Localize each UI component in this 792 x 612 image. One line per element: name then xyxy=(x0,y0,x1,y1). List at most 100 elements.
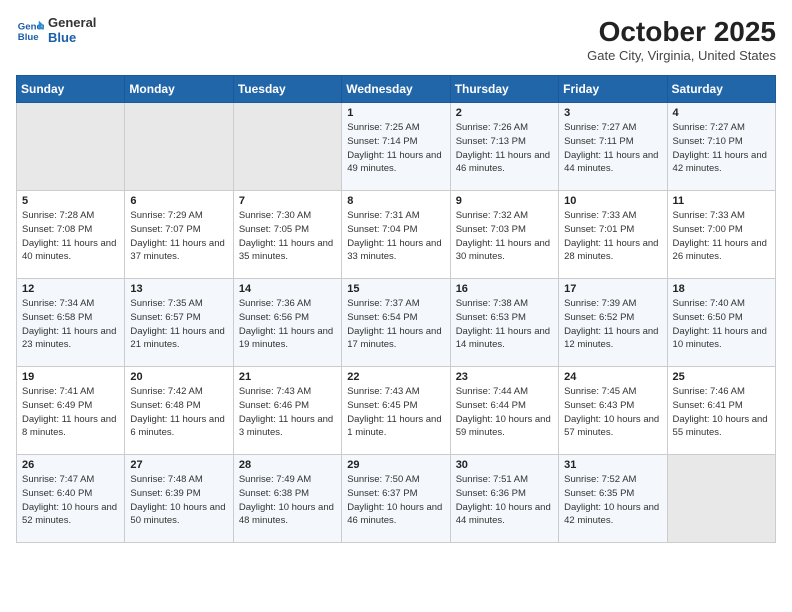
day-info: Sunrise: 7:27 AMSunset: 7:10 PMDaylight:… xyxy=(673,121,770,176)
day-info: Sunrise: 7:37 AMSunset: 6:54 PMDaylight:… xyxy=(347,297,444,352)
day-cell: 12 Sunrise: 7:34 AMSunset: 6:58 PMDayligh… xyxy=(17,279,125,367)
day-cell: 30 Sunrise: 7:51 AMSunset: 6:36 PMDayligh… xyxy=(450,455,558,543)
day-cell: 28Sunrise: 7:49 AMSunset: 6:38 PMDayligh… xyxy=(233,455,341,543)
day-number: 16 xyxy=(456,283,553,295)
day-cell: 31 Sunrise: 7:52 AMSunset: 6:35 PMDayligh… xyxy=(559,455,667,543)
day-number: 11 xyxy=(673,195,770,207)
day-cell: 3 Sunrise: 7:27 AMSunset: 7:11 PMDaylight… xyxy=(559,103,667,191)
day-info: Sunrise: 7:40 AMSunset: 6:50 PMDaylight:… xyxy=(673,297,770,352)
day-cell: 29 Sunrise: 7:50 AMSunset: 6:37 PMDayligh… xyxy=(342,455,450,543)
day-info: Sunrise: 7:25 AMSunset: 7:14 PMDaylight:… xyxy=(347,121,444,176)
day-number: 24 xyxy=(564,371,661,383)
day-info: Sunrise: 7:44 AMSunset: 6:44 PMDaylight:… xyxy=(456,385,553,440)
day-number: 25 xyxy=(673,371,770,383)
day-info: Sunrise: 7:50 AMSunset: 6:37 PMDaylight:… xyxy=(347,473,444,528)
day-info: Sunrise: 7:28 AMSunset: 7:08 PMDaylight:… xyxy=(22,209,119,264)
day-info: Sunrise: 7:48 AMSunset: 6:39 PMDaylight:… xyxy=(130,473,227,528)
header-cell-sunday: Sunday xyxy=(17,76,125,103)
day-cell: 21 Sunrise: 7:43 AMSunset: 6:46 PMDayligh… xyxy=(233,367,341,455)
logo-general: General xyxy=(48,16,96,31)
day-cell xyxy=(125,103,233,191)
day-cell: 11 Sunrise: 7:33 AMSunset: 7:00 PMDayligh… xyxy=(667,191,775,279)
day-cell: 17Sunrise: 7:39 AMSunset: 6:52 PMDayligh… xyxy=(559,279,667,367)
day-info: Sunrise: 7:29 AMSunset: 7:07 PMDaylight:… xyxy=(130,209,227,264)
day-info: Sunrise: 7:52 AMSunset: 6:35 PMDaylight:… xyxy=(564,473,661,528)
header-cell-thursday: Thursday xyxy=(450,76,558,103)
day-number: 6 xyxy=(130,195,227,207)
day-number: 21 xyxy=(239,371,336,383)
day-info: Sunrise: 7:36 AMSunset: 6:56 PMDaylight:… xyxy=(239,297,336,352)
day-number: 13 xyxy=(130,283,227,295)
day-info: Sunrise: 7:43 AMSunset: 6:46 PMDaylight:… xyxy=(239,385,336,440)
day-number: 3 xyxy=(564,107,661,119)
header-cell-friday: Friday xyxy=(559,76,667,103)
day-cell: 15 Sunrise: 7:37 AMSunset: 6:54 PMDayligh… xyxy=(342,279,450,367)
day-info: Sunrise: 7:49 AMSunset: 6:38 PMDaylight:… xyxy=(239,473,336,528)
day-info: Sunrise: 7:32 AMSunset: 7:03 PMDaylight:… xyxy=(456,209,553,264)
day-cell: 5Sunrise: 7:28 AMSunset: 7:08 PMDaylight… xyxy=(17,191,125,279)
day-cell: 14 Sunrise: 7:36 AMSunset: 6:56 PMDayligh… xyxy=(233,279,341,367)
day-info: Sunrise: 7:31 AMSunset: 7:04 PMDaylight:… xyxy=(347,209,444,264)
week-row-1: 5Sunrise: 7:28 AMSunset: 7:08 PMDaylight… xyxy=(17,191,776,279)
day-number: 15 xyxy=(347,283,444,295)
title-block: October 2025 Gate City, Virginia, United… xyxy=(587,16,776,63)
day-info: Sunrise: 7:51 AMSunset: 6:36 PMDaylight:… xyxy=(456,473,553,528)
week-row-2: 12 Sunrise: 7:34 AMSunset: 6:58 PMDayligh… xyxy=(17,279,776,367)
header-cell-wednesday: Wednesday xyxy=(342,76,450,103)
day-cell: 20Sunrise: 7:42 AMSunset: 6:48 PMDayligh… xyxy=(125,367,233,455)
day-number: 19 xyxy=(22,371,119,383)
day-number: 7 xyxy=(239,195,336,207)
day-number: 12 xyxy=(22,283,119,295)
day-cell: 7 Sunrise: 7:30 AMSunset: 7:05 PMDaylight… xyxy=(233,191,341,279)
day-number: 2 xyxy=(456,107,553,119)
day-number: 8 xyxy=(347,195,444,207)
day-info: Sunrise: 7:46 AMSunset: 6:41 PMDaylight:… xyxy=(673,385,770,440)
day-number: 18 xyxy=(673,283,770,295)
day-info: Sunrise: 7:45 AMSunset: 6:43 PMDaylight:… xyxy=(564,385,661,440)
day-number: 9 xyxy=(456,195,553,207)
day-cell: 22 Sunrise: 7:43 AMSunset: 6:45 PMDayligh… xyxy=(342,367,450,455)
day-cell: 8 Sunrise: 7:31 AMSunset: 7:04 PMDaylight… xyxy=(342,191,450,279)
header-cell-saturday: Saturday xyxy=(667,76,775,103)
day-cell: 10 Sunrise: 7:33 AMSunset: 7:01 PMDayligh… xyxy=(559,191,667,279)
day-info: Sunrise: 7:41 AMSunset: 6:49 PMDaylight:… xyxy=(22,385,119,440)
day-info: Sunrise: 7:27 AMSunset: 7:11 PMDaylight:… xyxy=(564,121,661,176)
day-info: Sunrise: 7:33 AMSunset: 7:01 PMDaylight:… xyxy=(564,209,661,264)
day-info: Sunrise: 7:38 AMSunset: 6:53 PMDaylight:… xyxy=(456,297,553,352)
svg-text:Blue: Blue xyxy=(18,32,39,43)
day-cell: 23Sunrise: 7:44 AMSunset: 6:44 PMDayligh… xyxy=(450,367,558,455)
day-number: 26 xyxy=(22,459,119,471)
day-info: Sunrise: 7:43 AMSunset: 6:45 PMDaylight:… xyxy=(347,385,444,440)
logo-icon: General Blue xyxy=(16,17,44,45)
day-info: Sunrise: 7:47 AMSunset: 6:40 PMDaylight:… xyxy=(22,473,119,528)
day-number: 27 xyxy=(130,459,227,471)
header-row: SundayMondayTuesdayWednesdayThursdayFrid… xyxy=(17,76,776,103)
day-number: 14 xyxy=(239,283,336,295)
day-cell: 19 Sunrise: 7:41 AMSunset: 6:49 PMDayligh… xyxy=(17,367,125,455)
week-row-3: 19 Sunrise: 7:41 AMSunset: 6:49 PMDayligh… xyxy=(17,367,776,455)
day-cell: 1 Sunrise: 7:25 AMSunset: 7:14 PMDaylight… xyxy=(342,103,450,191)
logo-blue: Blue xyxy=(48,31,96,46)
week-row-4: 26 Sunrise: 7:47 AMSunset: 6:40 PMDayligh… xyxy=(17,455,776,543)
day-number: 22 xyxy=(347,371,444,383)
day-number: 1 xyxy=(347,107,444,119)
header-cell-tuesday: Tuesday xyxy=(233,76,341,103)
day-cell xyxy=(233,103,341,191)
day-cell xyxy=(17,103,125,191)
header-cell-monday: Monday xyxy=(125,76,233,103)
logo: General Blue General Blue xyxy=(16,16,96,46)
day-cell: 26 Sunrise: 7:47 AMSunset: 6:40 PMDayligh… xyxy=(17,455,125,543)
day-number: 30 xyxy=(456,459,553,471)
day-cell xyxy=(667,455,775,543)
day-number: 4 xyxy=(673,107,770,119)
day-info: Sunrise: 7:26 AMSunset: 7:13 PMDaylight:… xyxy=(456,121,553,176)
day-cell: 16 Sunrise: 7:38 AMSunset: 6:53 PMDayligh… xyxy=(450,279,558,367)
day-number: 10 xyxy=(564,195,661,207)
calendar-body: 1 Sunrise: 7:25 AMSunset: 7:14 PMDaylight… xyxy=(17,103,776,543)
day-info: Sunrise: 7:34 AMSunset: 6:58 PMDaylight:… xyxy=(22,297,119,352)
day-number: 29 xyxy=(347,459,444,471)
day-info: Sunrise: 7:33 AMSunset: 7:00 PMDaylight:… xyxy=(673,209,770,264)
day-number: 31 xyxy=(564,459,661,471)
day-info: Sunrise: 7:30 AMSunset: 7:05 PMDaylight:… xyxy=(239,209,336,264)
day-cell: 2 Sunrise: 7:26 AMSunset: 7:13 PMDaylight… xyxy=(450,103,558,191)
